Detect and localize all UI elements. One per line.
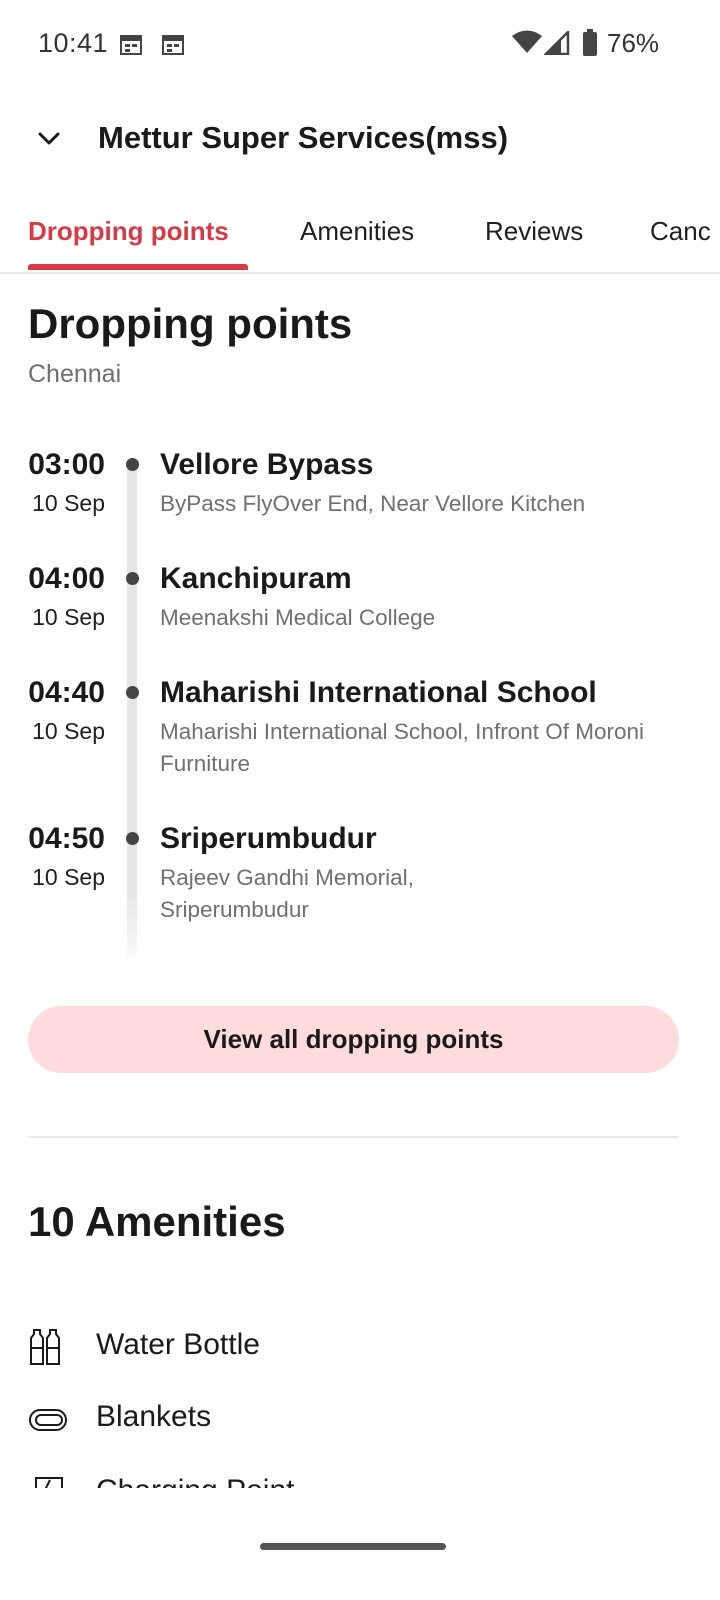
- stop-date: 10 Sep: [32, 718, 105, 744]
- status-bar: 10:41 76%: [0, 0, 720, 90]
- stop-time: 04:00: [28, 562, 105, 595]
- calendar-notification-icon: [162, 35, 184, 55]
- water-bottle-icon: [30, 1329, 60, 1365]
- amenity-label: Water Bottle: [96, 1328, 260, 1361]
- wifi-icon: [512, 30, 542, 53]
- stop-name: Kanchipuram: [160, 562, 352, 595]
- stop-time: 03:00: [28, 448, 105, 481]
- amenity-label: Charging Point: [96, 1474, 294, 1488]
- stop-address: ByPass FlyOver End, Near Vellore Kitchen: [160, 491, 586, 516]
- amenity-list-overflow: Charging Point: [0, 1470, 720, 1488]
- timeline-dot: [126, 686, 139, 699]
- dropping-city: Chennai: [28, 360, 122, 388]
- stop-name: Vellore Bypass: [160, 448, 374, 481]
- amenity-label: Blankets: [96, 1400, 212, 1433]
- chevron-down-icon[interactable]: [36, 126, 62, 152]
- amenity-item: Water Bottle: [28, 1322, 688, 1372]
- timeline-dot: [126, 458, 139, 471]
- dropping-points-title: Dropping points: [28, 300, 353, 347]
- cellular-signal-icon: [544, 31, 570, 55]
- tab-cancellation[interactable]: Canc: [650, 216, 711, 247]
- stop-date: 10 Sep: [32, 604, 105, 630]
- tab-amenities[interactable]: Amenities: [300, 216, 414, 247]
- bus-details-screen: 10:41 76% Mettur Super Services(mss) Dro…: [0, 0, 720, 1600]
- operator-header: Mettur Super Services(mss): [0, 100, 720, 180]
- timeline-dot: [126, 572, 139, 585]
- amenities-title: 10 Amenities: [28, 1198, 286, 1245]
- charging-point-icon: [35, 1477, 63, 1488]
- amenity-item: Charging Point: [28, 1472, 688, 1488]
- gesture-nav-handle[interactable]: [260, 1543, 446, 1550]
- calendar-notification-icon: [120, 35, 142, 55]
- stop-time: 04:40: [28, 676, 105, 709]
- blanket-icon: [29, 1409, 67, 1431]
- stop-date: 10 Sep: [32, 864, 105, 890]
- operator-title: Mettur Super Services(mss): [98, 120, 509, 155]
- detail-tabs: Dropping points Amenities Reviews Canc: [0, 200, 720, 274]
- tab-reviews[interactable]: Reviews: [485, 216, 583, 247]
- tab-dropping-points[interactable]: Dropping points: [28, 216, 229, 247]
- stop-name: Sriperumbudur: [160, 822, 377, 855]
- stop-name: Maharishi International School: [160, 676, 597, 709]
- timeline-dot: [126, 832, 139, 845]
- stop-time: 04:50: [28, 822, 105, 855]
- view-all-dropping-points-button[interactable]: View all dropping points: [28, 1006, 679, 1073]
- amenity-item: Blankets: [28, 1394, 688, 1444]
- stop-date: 10 Sep: [32, 490, 105, 516]
- stop-address: Rajeev Gandhi Memorial, Sriperumbudur: [160, 865, 414, 922]
- stop-address: Maharishi International School, Infront …: [160, 719, 644, 776]
- status-time: 10:41: [38, 28, 109, 58]
- battery-percentage: 76%: [607, 28, 660, 58]
- battery-icon: [583, 29, 597, 56]
- timeline-line: [127, 470, 137, 970]
- stop-address: Meenakshi Medical College: [160, 605, 436, 630]
- active-tab-indicator: [28, 264, 248, 270]
- section-divider: [28, 1136, 679, 1138]
